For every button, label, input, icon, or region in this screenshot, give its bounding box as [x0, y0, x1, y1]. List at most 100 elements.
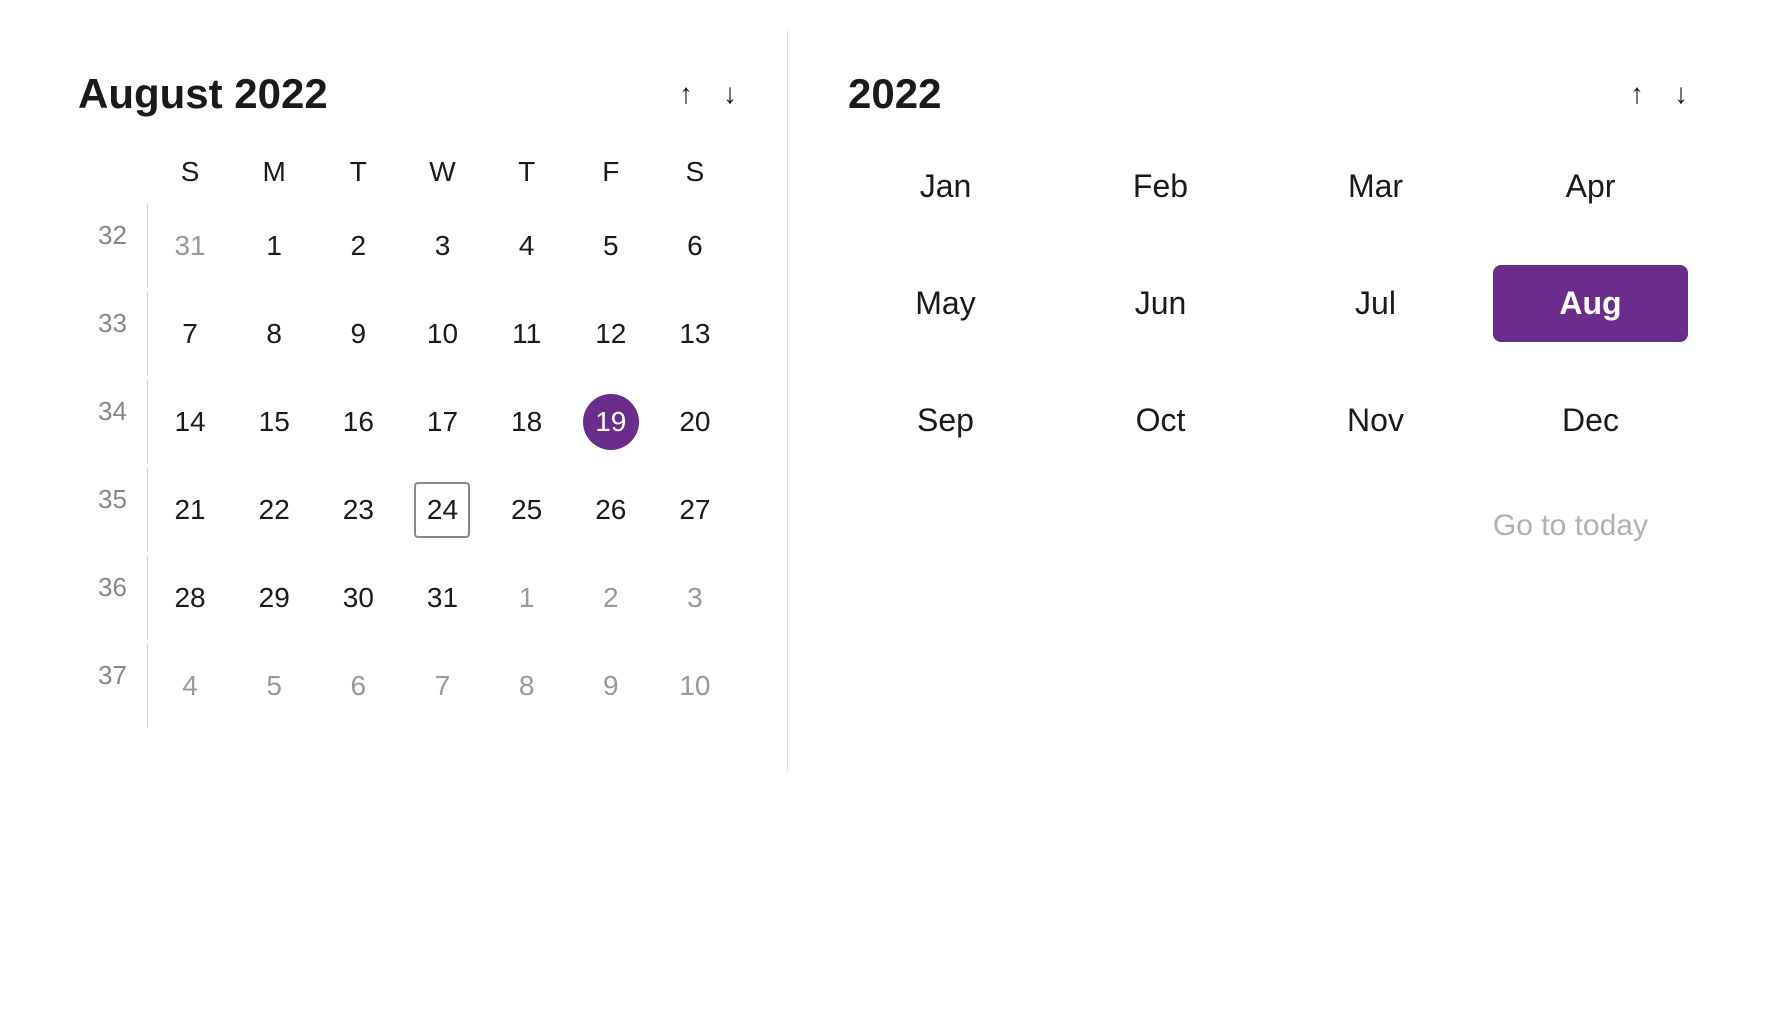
day-label: 1	[499, 570, 555, 626]
day-label: 18	[499, 394, 555, 450]
day-label: 6	[667, 218, 723, 274]
day-cell[interactable]: 1	[232, 204, 316, 288]
day-label: 1	[246, 218, 302, 274]
day-cell[interactable]: 15	[232, 380, 316, 464]
day-cell[interactable]: 22	[232, 468, 316, 552]
day-cell[interactable]: 25	[485, 468, 569, 552]
week-number: 36	[78, 556, 148, 640]
day-label: 17	[414, 394, 470, 450]
day-label: 9	[330, 306, 386, 362]
day-cell[interactable]: 30	[316, 556, 400, 640]
day-cell[interactable]: 10	[653, 644, 737, 728]
go-to-today[interactable]: Go to today	[848, 509, 1688, 543]
day-cell[interactable]: 29	[232, 556, 316, 640]
month-item-oct[interactable]: Oct	[1063, 382, 1258, 459]
day-cell[interactable]: 1	[485, 556, 569, 640]
month-item-jul[interactable]: Jul	[1278, 265, 1473, 342]
day-cell[interactable]: 5	[569, 204, 653, 288]
day-cell[interactable]: 5	[232, 644, 316, 728]
day-label: 31	[162, 218, 218, 274]
day-cell[interactable]: 24	[400, 468, 484, 552]
month-item-feb[interactable]: Feb	[1063, 148, 1258, 225]
day-cell[interactable]: 20	[653, 380, 737, 464]
day-header-m-1: M	[232, 148, 316, 196]
calendar-week-row: 3521222324252627	[78, 468, 737, 552]
month-item-dec[interactable]: Dec	[1493, 382, 1688, 459]
day-cell[interactable]: 31	[400, 556, 484, 640]
year-panel: 2022 ↑ ↓ Jan Feb Mar Apr May Jun Jul Aug Sep Oct N…	[788, 30, 1748, 583]
week-number: 32	[78, 204, 148, 288]
day-label: 30	[330, 570, 386, 626]
month-item-sep[interactable]: Sep	[848, 382, 1043, 459]
calendar-week-row: 3378910111213	[78, 292, 737, 376]
month-item-jan[interactable]: Jan	[848, 148, 1043, 225]
day-label: 3	[667, 570, 723, 626]
day-header-f-5: F	[569, 148, 653, 196]
day-cell[interactable]: 23	[316, 468, 400, 552]
day-cell[interactable]: 9	[569, 644, 653, 728]
month-item-apr[interactable]: Apr	[1493, 148, 1688, 225]
day-cell[interactable]: 12	[569, 292, 653, 376]
week-number: 37	[78, 644, 148, 728]
year-header: 2022 ↑ ↓	[848, 70, 1688, 118]
day-label: 15	[246, 394, 302, 450]
day-cell[interactable]: 3	[400, 204, 484, 288]
day-cell[interactable]: 6	[316, 644, 400, 728]
year-nav-arrows: ↑ ↓	[1630, 80, 1688, 108]
day-cell[interactable]: 28	[148, 556, 232, 640]
day-cell[interactable]: 8	[232, 292, 316, 376]
month-item-aug[interactable]: Aug	[1493, 265, 1688, 342]
day-label: 25	[499, 482, 555, 538]
month-item-jun[interactable]: Jun	[1063, 265, 1258, 342]
day-cell[interactable]: 17	[400, 380, 484, 464]
day-label: 22	[246, 482, 302, 538]
month-title: August 2022	[78, 70, 328, 118]
day-cell[interactable]: 16	[316, 380, 400, 464]
day-cell[interactable]: 6	[653, 204, 737, 288]
day-cell[interactable]: 2	[569, 556, 653, 640]
day-label: 21	[162, 482, 218, 538]
day-header-t-2: T	[316, 148, 400, 196]
day-cell[interactable]: 2	[316, 204, 400, 288]
day-cell[interactable]: 7	[148, 292, 232, 376]
calendar-week-row: 3745678910	[78, 644, 737, 728]
calendar-week-row: 36282930 31 123	[78, 556, 737, 640]
year-nav-down[interactable]: ↓	[1674, 80, 1688, 108]
day-label: 10	[414, 306, 470, 362]
day-cell[interactable]: 4	[485, 204, 569, 288]
day-cell[interactable]: 9	[316, 292, 400, 376]
day-cell[interactable]: 26	[569, 468, 653, 552]
day-cell[interactable]: 7	[400, 644, 484, 728]
day-label: 8	[246, 306, 302, 362]
day-cell[interactable]: 19	[569, 380, 653, 464]
day-cell[interactable]: 13	[653, 292, 737, 376]
calendar-grid: SMTWTFS 32311234563378910111213341415161…	[78, 148, 737, 728]
month-panel: August 2022 ↑ ↓ SMTWTFS 3231123456337891…	[28, 30, 788, 772]
day-cell[interactable]: 4	[148, 644, 232, 728]
day-cell[interactable]: 14	[148, 380, 232, 464]
day-cell[interactable]: 3	[653, 556, 737, 640]
day-label: 6	[330, 658, 386, 714]
day-cell[interactable]: 18	[485, 380, 569, 464]
year-nav-up[interactable]: ↑	[1630, 80, 1644, 108]
day-label: 11	[499, 306, 555, 362]
month-item-nov[interactable]: Nov	[1278, 382, 1473, 459]
day-cell[interactable]: 21	[148, 468, 232, 552]
month-nav-down[interactable]: ↓	[723, 80, 737, 108]
day-cell[interactable]: 31	[148, 204, 232, 288]
day-label: 14	[162, 394, 218, 450]
month-item-may[interactable]: May	[848, 265, 1043, 342]
week-number: 34	[78, 380, 148, 464]
day-cell[interactable]: 8	[485, 644, 569, 728]
day-label: 20	[667, 394, 723, 450]
day-label: 31	[414, 570, 470, 626]
day-label: 4	[499, 218, 555, 274]
day-header-s-0: S	[148, 148, 232, 196]
month-item-mar[interactable]: Mar	[1278, 148, 1473, 225]
day-cell[interactable]: 27	[653, 468, 737, 552]
day-cell[interactable]: 11	[485, 292, 569, 376]
day-cell[interactable]: 10	[400, 292, 484, 376]
month-nav-up[interactable]: ↑	[679, 80, 693, 108]
calendar-week-row: 3414 151617 181920	[78, 380, 737, 464]
day-label: 10	[667, 658, 723, 714]
